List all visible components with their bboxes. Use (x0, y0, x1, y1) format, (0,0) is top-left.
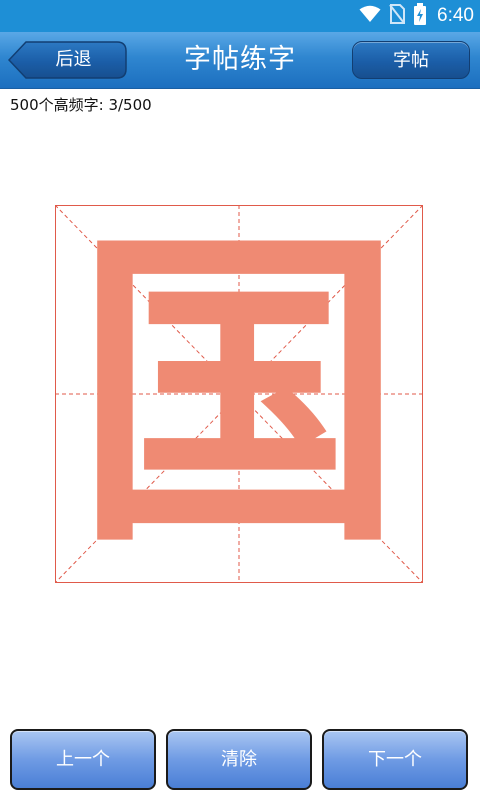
no-sim-icon (389, 4, 406, 28)
title-bar: 后退 字帖练字 字帖 (0, 32, 480, 89)
wifi-icon (359, 5, 381, 27)
status-icons: 6:40 (359, 0, 474, 32)
progress-text: 500个高频字: 3/500 (10, 96, 152, 114)
practice-grid[interactable]: 国 (55, 205, 423, 583)
practice-character: 国 (74, 202, 404, 586)
previous-button[interactable]: 上一个 (10, 729, 156, 790)
battery-charging-icon (413, 3, 427, 29)
copybook-button[interactable]: 字帖 (352, 41, 470, 79)
clear-button[interactable]: 清除 (166, 729, 312, 790)
status-bar: 6:40 (0, 0, 480, 32)
next-button[interactable]: 下一个 (322, 729, 468, 790)
status-time: 6:40 (437, 5, 474, 26)
